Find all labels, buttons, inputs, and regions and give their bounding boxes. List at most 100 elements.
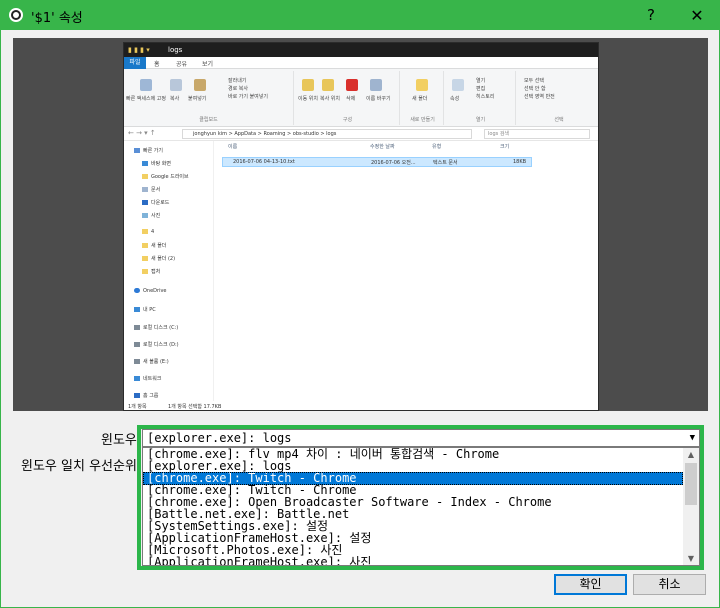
ribbon-group-label: 클립보드 (199, 117, 218, 123)
window-label: 윈도우 (101, 433, 137, 448)
column-header-modified: 수정한 날짜 (370, 144, 395, 150)
tab-view: 보기 (202, 61, 214, 68)
dropdown-option[interactable]: [ApplicationFrameHost.exe]: 사진 (143, 556, 683, 565)
ribbon-history: 히스토리 (476, 94, 495, 100)
ribbon-open: 열기 (476, 78, 486, 84)
move-to-icon (302, 79, 314, 91)
ribbon-copy: 복사 (170, 96, 180, 102)
file-modified: 2016-07-06 오전... (371, 160, 416, 166)
ribbon-new-folder: 새 폴더 (412, 96, 428, 102)
tab-share: 공유 (176, 61, 188, 68)
nav-item: 로컬 디스크 (D:) (134, 341, 179, 348)
documents-icon (142, 187, 148, 192)
nav-item: 네트워크 (134, 375, 161, 382)
address-bar: jonghyun kim > AppData > Roaming > obs-s… (182, 129, 472, 139)
folder-icon (142, 256, 148, 261)
ribbon-delete: 삭제 (346, 96, 356, 102)
cloud-icon (134, 288, 140, 293)
nav-item: 홈 그룹 (134, 392, 158, 399)
nav-item: 내 PC (134, 306, 156, 313)
window-select[interactable]: [explorer.exe]: logs ▼ (142, 429, 700, 447)
rename-icon (370, 79, 382, 91)
ribbon-rename: 이름 바꾸기 (366, 96, 391, 102)
download-icon (142, 200, 148, 205)
nav-item: 로컬 디스크 (C:) (134, 324, 178, 331)
copy-to-icon (322, 79, 334, 91)
properties-dialog: '$1' 속성 ? ✕ ▮ ▮ ▮ ▾ logs 파일 홈 공유 보기 빠른 액… (0, 0, 720, 608)
ribbon-copy-to: 복사 위치 (320, 96, 340, 102)
nav-item: 새 폴더 (142, 242, 166, 249)
column-header-size: 크기 (500, 144, 510, 150)
delete-icon (346, 79, 358, 91)
nav-item: 문서 (142, 186, 160, 193)
file-name: 2016-07-06 04-13-10.txt (233, 159, 295, 165)
window-dropdown-list[interactable]: [chrome.exe]: flv mp4 차이 : 네이버 통합검색 - Ch… (142, 447, 700, 566)
desktop-icon (142, 161, 148, 166)
title-bar[interactable]: '$1' 속성 ? ✕ (1, 1, 719, 30)
ok-button[interactable]: 확인 (554, 574, 627, 595)
nav-item: 4 (142, 229, 154, 235)
nav-item: 바탕 화면 (142, 160, 171, 167)
explorer-title: logs (168, 46, 183, 54)
properties-icon (452, 79, 464, 91)
new-folder-icon (416, 79, 428, 91)
nav-item: OneDrive (134, 288, 167, 294)
drive-icon (134, 359, 140, 364)
ribbon-invert-selection: 선택 영역 반전 (524, 94, 555, 100)
explorer-search-box: logs 검색 (484, 129, 590, 139)
scrollbar-thumb[interactable] (685, 463, 697, 505)
window-title: '$1' 속성 (31, 11, 83, 26)
ribbon-group-clipboard: 빠른 액세스에 고정 복사 붙여넣기 잘라내기 경로 복사 바로 가기 붙여넣기… (124, 71, 294, 125)
nav-item: 캡처 (142, 268, 160, 275)
nav-item: 새 볼륨 (E:) (134, 358, 169, 365)
folder-icon (142, 243, 148, 248)
quick-access-toolbar: ▮ ▮ ▮ ▾ (128, 46, 150, 54)
explorer-status-bar: 1개 항목 1개 항목 선택함 17.7KB (124, 401, 598, 410)
explorer-preview: ▮ ▮ ▮ ▾ logs 파일 홈 공유 보기 빠른 액세스에 고정 복사 붙여… (123, 42, 599, 411)
ribbon-group-open: 속성 열기 편집 히스토리 열기 (446, 71, 516, 125)
explorer-ribbon-tabs: 파일 홈 공유 보기 (124, 57, 598, 69)
nav-item: Google 드라이브 (142, 173, 189, 180)
ribbon-pin: 빠른 액세스에 고정 (126, 96, 166, 102)
cancel-button[interactable]: 취소 (633, 574, 706, 595)
navigation-arrows: ← → ▾ ↑ (128, 129, 156, 137)
nav-item: 새 폴더 (2) (142, 255, 175, 262)
explorer-ribbon: 빠른 액세스에 고정 복사 붙여넣기 잘라내기 경로 복사 바로 가기 붙여넣기… (124, 69, 598, 127)
pin-icon (140, 79, 152, 91)
explorer-file-list: 이름 수정한 날짜 유형 크기 2016-07-06 04-13-10.txt … (220, 141, 598, 401)
ribbon-paste-shortcut: 바로 가기 붙여넣기 (228, 94, 268, 100)
drive-icon (134, 342, 140, 347)
window-priority-label: 윈도우 일치 우선순위 (21, 459, 137, 474)
chevron-down-icon[interactable]: ▼ (690, 430, 695, 446)
explorer-address-row: ← → ▾ ↑ jonghyun kim > AppData > Roaming… (124, 127, 598, 141)
help-button[interactable]: ? (631, 3, 671, 28)
explorer-navigation-pane: 빠른 가기 바탕 화면 Google 드라이브 문서 다운로드 사진 4 새 폴… (124, 141, 214, 401)
ribbon-group-select: 모두 선택 선택 안 함 선택 영역 반전 선택 (518, 71, 598, 125)
folder-icon (142, 174, 148, 179)
scroll-down-icon[interactable]: ▼ (683, 552, 699, 565)
ribbon-select-all: 모두 선택 (524, 78, 544, 84)
column-header-type: 유형 (432, 144, 442, 150)
ribbon-move-to: 이동 위치 (298, 96, 318, 102)
homegroup-icon (134, 393, 140, 398)
scroll-up-icon[interactable]: ▲ (683, 448, 699, 461)
obs-app-icon (9, 8, 23, 22)
computer-icon (134, 307, 140, 312)
ribbon-paste: 붙여넣기 (188, 96, 207, 102)
close-button[interactable]: ✕ (677, 3, 717, 28)
paste-icon (194, 79, 206, 91)
ribbon-group-label: 열기 (475, 117, 486, 123)
ribbon-properties: 속성 (450, 96, 460, 102)
file-row: 2016-07-06 04-13-10.txt 2016-07-06 오전...… (222, 157, 532, 167)
tab-home: 홈 (154, 61, 160, 68)
status-item-count: 1개 항목 (128, 404, 147, 410)
ribbon-group-label: 선택 (554, 117, 564, 123)
star-icon (134, 148, 140, 153)
file-type: 텍스트 문서 (433, 160, 458, 166)
nav-item: 빠른 가기 (134, 147, 163, 154)
dropdown-scrollbar[interactable]: ▲ ▼ (683, 448, 699, 565)
ribbon-select-none: 선택 안 함 (524, 86, 546, 92)
pictures-icon (142, 213, 148, 218)
copy-icon (170, 79, 182, 91)
window-select-value: [explorer.exe]: logs (147, 431, 292, 445)
